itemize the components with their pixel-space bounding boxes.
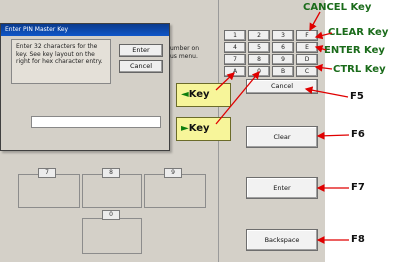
annotation-arrows [215,11,350,244]
arrow-ctrl-key [314,63,333,72]
arrow-enter-key [314,45,327,53]
arrow-f5 [304,86,349,98]
arrow-left-key [215,72,235,91]
arrow-clear-key [314,31,333,40]
arrow-cancel-key [309,11,321,32]
arrow-right-key [215,70,260,125]
arrow-f6 [316,131,350,140]
